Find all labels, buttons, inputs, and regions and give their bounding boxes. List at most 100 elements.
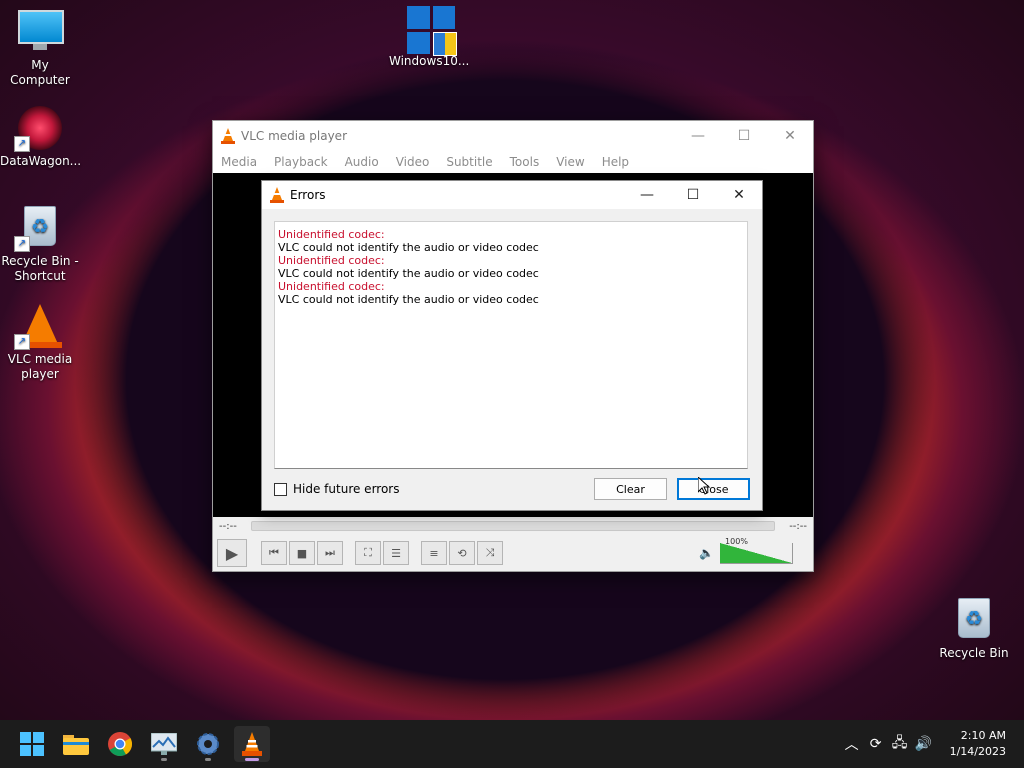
desktop-icon-label: Recycle Bin - Shortcut <box>1 254 79 283</box>
system-tray: ︿ ⟳ 🖧 🔊 2:10 AM 1/14/2023 <box>840 728 1024 760</box>
window-title: VLC media player <box>241 129 348 143</box>
error-log[interactable]: Unidentified codec: VLC could not identi… <box>274 221 748 469</box>
play-button[interactable]: ▶ <box>217 539 247 567</box>
equalizer-icon: ☰ <box>391 546 401 560</box>
shortcut-arrow-icon: ↗ <box>14 334 30 350</box>
menu-view[interactable]: View <box>556 155 584 169</box>
previous-button[interactable]: ⏮ <box>261 541 287 565</box>
volume-icon[interactable]: 🔊 <box>912 736 936 752</box>
maximize-button[interactable]: ☐ <box>670 180 716 210</box>
stop-button[interactable]: ■ <box>289 541 315 565</box>
menu-tools[interactable]: Tools <box>510 155 540 169</box>
menu-subtitle[interactable]: Subtitle <box>446 155 492 169</box>
dialog-title: Errors <box>290 188 326 202</box>
mouse-cursor-icon <box>698 477 710 495</box>
error-heading: Unidentified codec: <box>278 228 385 241</box>
playlist-button[interactable]: ≡ <box>421 541 447 565</box>
taskbar-photos[interactable] <box>146 726 182 762</box>
fullscreen-icon: ⛶ <box>364 546 372 559</box>
running-indicator <box>161 758 167 761</box>
taskbar-vlc[interactable] <box>234 726 270 762</box>
clock-time: 2:10 AM <box>960 729 1006 742</box>
start-button[interactable] <box>14 726 50 762</box>
error-heading: Unidentified codec: <box>278 280 385 293</box>
error-detail: VLC could not identify the audio or vide… <box>278 293 539 306</box>
playlist-icon: ≡ <box>429 546 439 560</box>
running-indicator <box>205 758 211 761</box>
shortcut-arrow-icon: ↗ <box>14 236 30 252</box>
vlc-cone-icon <box>270 187 284 203</box>
close-button[interactable]: ✕ <box>716 180 762 210</box>
recycle-bin-icon: ♻ <box>952 598 996 642</box>
clear-button[interactable]: Clear <box>594 478 667 500</box>
menu-audio[interactable]: Audio <box>345 155 379 169</box>
menu-playback[interactable]: Playback <box>274 155 328 169</box>
menu-media[interactable]: Media <box>221 155 257 169</box>
settings-icon <box>197 733 219 755</box>
previous-icon: ⏮ <box>269 546 279 559</box>
dialog-titlebar[interactable]: Errors — ☐ ✕ <box>262 181 762 209</box>
desktop-icon-windows10[interactable]: Windows10... <box>389 6 469 69</box>
play-icon: ▶ <box>225 543 239 563</box>
datawagon-icon: ↗ <box>14 106 62 152</box>
vlc-icon <box>242 732 262 756</box>
taskbar-file-explorer[interactable] <box>58 726 94 762</box>
volume-slider[interactable] <box>720 542 793 564</box>
extended-settings-button[interactable]: ☰ <box>383 541 409 565</box>
elapsed-time: --:-- <box>219 520 237 532</box>
clock-date: 1/14/2023 <box>949 745 1006 758</box>
running-indicator <box>245 758 259 761</box>
menu-help[interactable]: Help <box>602 155 629 169</box>
taskbar-settings[interactable] <box>190 726 226 762</box>
error-detail: VLC could not identify the audio or vide… <box>278 241 539 254</box>
vlc-cone-icon <box>221 128 235 144</box>
chevron-up-icon[interactable]: ︿ <box>840 734 864 754</box>
network-icon[interactable]: 🖧 <box>888 732 912 756</box>
hide-future-errors-checkbox[interactable] <box>274 482 287 496</box>
close-button[interactable]: ✕ <box>767 121 813 151</box>
desktop-icon-label: Windows10... <box>389 54 470 68</box>
taskbar-chrome[interactable] <box>102 726 138 762</box>
vlc-titlebar[interactable]: VLC media player — ☐ ✕ <box>213 121 813 151</box>
desktop-icon-vlc[interactable]: ↗ VLC media player <box>0 302 80 382</box>
shortcut-arrow-icon: ↗ <box>14 136 30 152</box>
desktop-icon-recycle-bin-shortcut[interactable]: ♻ ↗ Recycle Bin - Shortcut <box>0 204 80 284</box>
menu-video[interactable]: Video <box>396 155 430 169</box>
recycle-bin-icon: ♻ ↗ <box>14 206 62 252</box>
desktop-icon-datawagon[interactable]: ↗ DataWagon... <box>0 106 82 169</box>
uac-shield-icon <box>433 32 457 56</box>
dialog-close-button[interactable]: Close <box>677 478 750 500</box>
minimize-button[interactable]: — <box>624 180 670 210</box>
file-explorer-icon <box>63 735 89 755</box>
hide-future-errors-label: Hide future errors <box>293 482 400 496</box>
computer-icon <box>18 10 64 54</box>
maximize-button[interactable]: ☐ <box>721 121 767 151</box>
error-detail: VLC could not identify the audio or vide… <box>278 267 539 280</box>
desktop-icon-recycle-bin[interactable]: ♻ Recycle Bin <box>934 596 1014 661</box>
total-time: --:-- <box>789 520 807 532</box>
speaker-icon[interactable]: 🔈 <box>699 546 714 560</box>
desktop-icon-label: DataWagon... <box>0 154 82 168</box>
seek-slider[interactable] <box>250 521 776 531</box>
loop-button[interactable]: ⟲ <box>449 541 475 565</box>
sync-alert-icon[interactable]: ⟳ <box>864 736 888 752</box>
windows-setup-icon <box>407 6 457 56</box>
taskbar-clock[interactable]: 2:10 AM 1/14/2023 <box>950 728 1006 760</box>
next-icon: ⏭ <box>325 546 335 559</box>
minimize-button[interactable]: — <box>675 121 721 151</box>
desktop-icon-label: VLC media player <box>7 352 73 381</box>
fullscreen-button[interactable]: ⛶ <box>355 541 381 565</box>
chrome-icon <box>108 732 132 756</box>
desktop-icon-my-computer[interactable]: My Computer <box>0 8 80 88</box>
errors-dialog: Errors — ☐ ✕ Unidentified codec: VLC cou… <box>261 180 763 511</box>
start-icon <box>20 732 44 756</box>
next-button[interactable]: ⏭ <box>317 541 343 565</box>
shuffle-icon: ⤨ <box>485 546 495 559</box>
shuffle-button[interactable]: ⤨ <box>477 541 503 565</box>
taskbar: ︿ ⟳ 🖧 🔊 2:10 AM 1/14/2023 <box>0 720 1024 768</box>
loop-icon: ⟲ <box>457 546 467 560</box>
playback-controls: --:-- --:-- ▶ ⏮ ■ ⏭ ⛶ ☰ ≡ ⟲ ⤨ 🔈 100% <box>213 517 813 571</box>
vlc-cone-icon: ↗ <box>14 304 62 350</box>
photos-icon <box>151 733 177 755</box>
desktop-icon-label: My Computer <box>10 58 70 87</box>
